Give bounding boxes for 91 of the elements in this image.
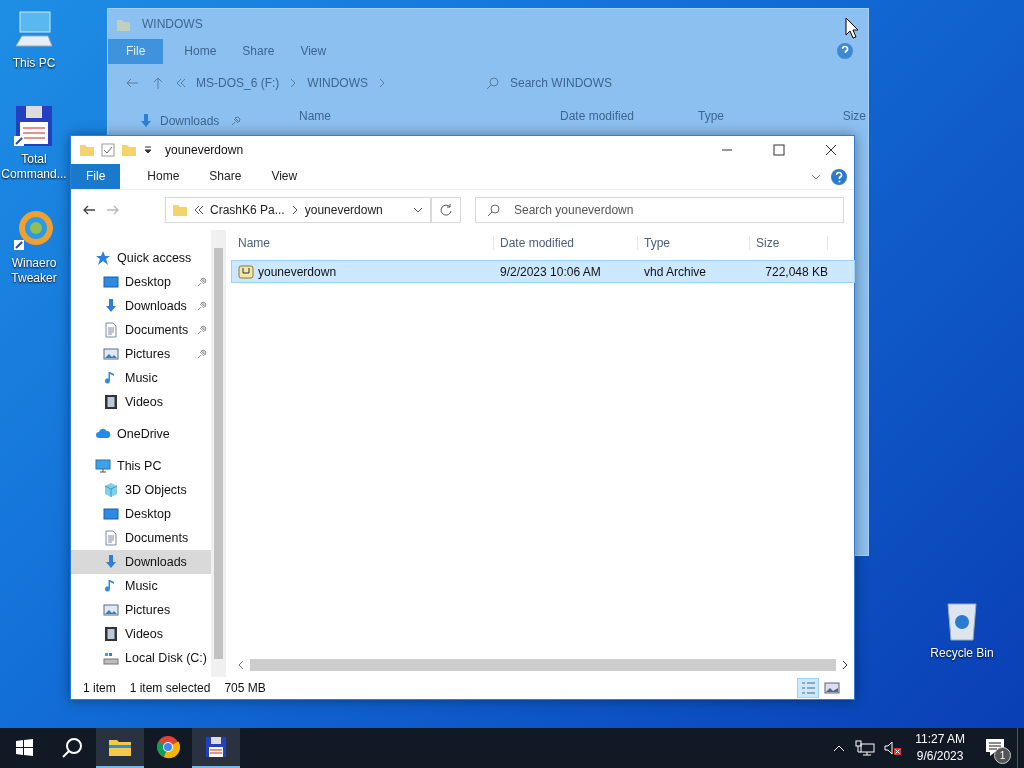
status-text: 1 item: [83, 681, 116, 695]
help-icon[interactable]: [836, 42, 854, 60]
nav-item[interactable]: Desktop: [71, 270, 211, 294]
table-cell-text: 9/2/2023 10:06 AM: [499, 264, 602, 279]
window-title: WINDOWS: [142, 17, 203, 31]
chevron-right-icon[interactable]: [290, 205, 299, 215]
ribbon-tab[interactable]: Share: [194, 164, 257, 189]
desktop-icon-label[interactable]: Winaero Tweaker: [0, 256, 68, 286]
scrollbar[interactable]: [211, 230, 226, 677]
file-name: youneverdown: [258, 264, 337, 279]
table-cell-text: vhd Archive: [643, 264, 708, 279]
refresh-icon[interactable]: [439, 203, 453, 217]
video-icon: [103, 626, 119, 642]
checkmark-icon[interactable]: [101, 143, 115, 157]
caret-icon[interactable]: [143, 145, 153, 155]
search-icon: [486, 76, 500, 90]
nav-item[interactable]: Music: [71, 574, 211, 598]
desktop-icon-label[interactable]: Recycle Bin: [928, 646, 996, 661]
refresh-button[interactable]: [431, 197, 461, 223]
cube-icon: [103, 482, 119, 498]
nav-item[interactable]: Desktop: [71, 502, 211, 526]
ribbon-tab[interactable]: Home: [132, 164, 195, 189]
pin-icon[interactable]: [197, 325, 207, 335]
address-bar[interactable]: CrashK6 Pa... youneverdown: [165, 197, 431, 223]
download-icon: [103, 298, 119, 314]
desktop-icon-label[interactable]: Total Command...: [0, 152, 68, 182]
table-cell-text: 722,048 KB: [764, 264, 828, 279]
picture-icon: [103, 346, 119, 362]
nav-item[interactable]: This PC: [71, 454, 211, 478]
desktop-icon: [103, 274, 119, 290]
file-menu-tab[interactable]: File: [71, 164, 121, 189]
nav-item[interactable]: Documents: [71, 318, 211, 342]
nav-item[interactable]: Downloads: [71, 294, 211, 318]
folder-icon: [172, 202, 188, 218]
column-header[interactable]: Date modified: [494, 236, 638, 250]
star-icon: [95, 250, 111, 266]
desktop-icon: [103, 506, 119, 522]
swirl-icon[interactable]: [12, 208, 56, 252]
notification-badge: 1: [994, 747, 1011, 764]
download-icon: [138, 112, 154, 129]
nav-item[interactable]: Documents: [71, 526, 211, 550]
ribbon-tab[interactable]: View: [256, 164, 313, 189]
pin-icon[interactable]: [231, 115, 242, 126]
folder-taskbar-icon[interactable]: [96, 728, 144, 768]
nav-item[interactable]: Quick access: [71, 246, 211, 270]
nav-item[interactable]: 3D Objects: [71, 478, 211, 502]
pin-icon[interactable]: [197, 277, 207, 287]
column-header[interactable]: Type: [638, 236, 750, 250]
nav-item[interactable]: OneDrive: [71, 422, 211, 446]
drive-icon: [103, 650, 119, 666]
pc-icon: [95, 458, 111, 474]
nav-item[interactable]: Music: [71, 366, 211, 390]
document-icon: [103, 322, 119, 338]
video-icon: [103, 394, 119, 410]
picture-icon: [103, 602, 119, 618]
column-header[interactable]: Name: [232, 236, 494, 250]
thumbnail-view-icon[interactable]: [822, 679, 842, 697]
help-icon[interactable]: [830, 167, 848, 186]
folder-icon: [79, 142, 95, 158]
nav-item[interactable]: Pictures: [71, 342, 211, 366]
double-chevron-icon[interactable]: [194, 205, 204, 215]
download-icon: [103, 554, 119, 570]
nav-item[interactable]: Local Disk (C:): [71, 646, 211, 670]
document-icon: [103, 530, 119, 546]
scrollbar[interactable]: [250, 658, 836, 671]
search-icon: [487, 203, 501, 217]
network-icon[interactable]: [855, 740, 876, 756]
desktop-icon-label[interactable]: This PC: [0, 56, 68, 71]
window-title: youneverdown: [165, 143, 244, 157]
muted-speaker-icon[interactable]: [883, 740, 904, 756]
folder-icon: [116, 17, 130, 31]
nav-item[interactable]: Videos: [71, 622, 211, 646]
scroll-left-icon[interactable]: [236, 659, 246, 670]
status-text: 1 item selected: [129, 681, 211, 695]
nav-item[interactable]: Videos: [71, 390, 211, 414]
file-row[interactable]: youneverdown 9/2/2023 10:06 AM vhd Archive 722,048 KB: [232, 261, 854, 282]
clock-time[interactable]: 11:27 AM: [915, 731, 965, 748]
nav-item[interactable]: Pictures: [71, 598, 211, 622]
breadcrumb[interactable]: youneverdown: [304, 203, 383, 217]
column-header[interactable]: Size: [750, 236, 828, 250]
pin-icon[interactable]: [197, 301, 207, 311]
floppy-taskbar-icon[interactable]: [192, 728, 240, 768]
nav-item[interactable]: Downloads: [71, 550, 211, 574]
pin-icon[interactable]: [197, 349, 207, 359]
breadcrumb[interactable]: CrashK6 Pa...: [210, 203, 285, 217]
scroll-right-icon[interactable]: [840, 659, 850, 670]
status-text: 705 MB: [224, 681, 266, 695]
clock-date[interactable]: 9/6/2023: [916, 748, 964, 765]
file-icon: [238, 263, 254, 280]
mouse-pointer-icon: [845, 17, 859, 39]
search-field[interactable]: Search youneverdown: [475, 197, 844, 223]
